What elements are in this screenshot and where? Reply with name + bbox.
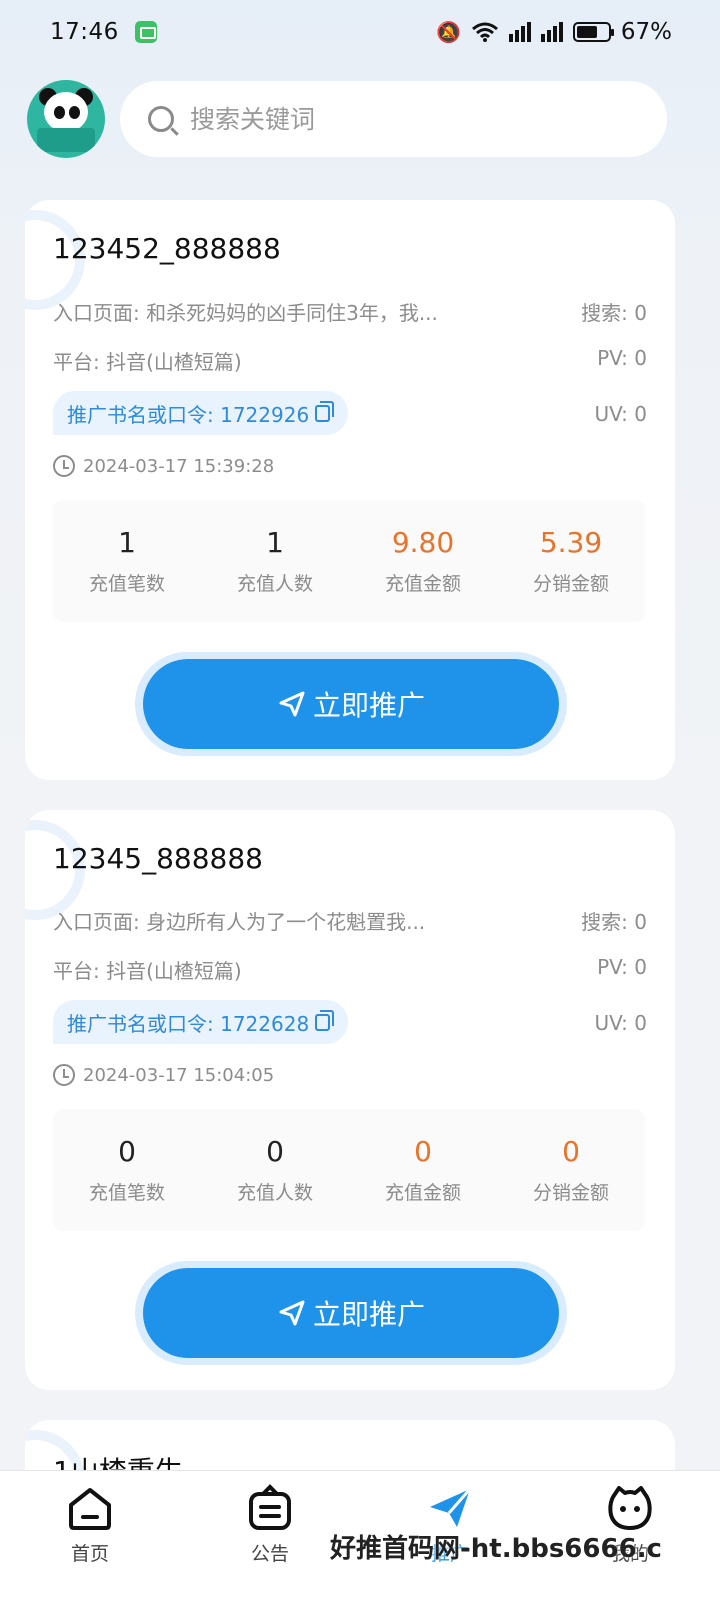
stat-label: 充值金额	[384, 573, 461, 595]
tab-label: 公告	[250, 1543, 289, 1565]
stat-distribution-amount: 0 分销金额	[497, 1109, 645, 1231]
stat-recharge-users: 1 充值人数	[201, 500, 349, 622]
promote-button-wrap: 立即推广	[135, 1261, 567, 1365]
send-icon	[430, 1488, 472, 1527]
stat-label: 分销金额	[532, 573, 609, 595]
mute-icon: 🔕	[435, 20, 461, 44]
stat-recharge-amount: 9.80 充值金额	[349, 500, 497, 622]
stat-value: 0	[562, 1135, 580, 1168]
promo-code-tag[interactable]: 推广书名或口令: 1722926	[53, 391, 349, 435]
search-input[interactable]	[190, 104, 550, 134]
panda-eye-right	[69, 106, 80, 119]
platform: 平台: 抖音(山楂短篇)	[53, 350, 242, 374]
stat-value: 9.80	[391, 526, 455, 559]
watermark: 好推首码网-ht.bbs6666.c	[330, 1534, 662, 1564]
stat-value: 0	[266, 1135, 284, 1168]
stat-label: 充值笔数	[88, 573, 165, 595]
stat-recharge-users: 0 充值人数	[201, 1109, 349, 1231]
promo-code-text: 推广书名或口令: 1722926	[67, 402, 310, 427]
pv-count: PV: 0	[597, 346, 647, 370]
stat-label: 充值笔数	[88, 1182, 165, 1204]
send-icon	[279, 691, 305, 717]
stat-label: 充值金额	[384, 1182, 461, 1204]
promote-button-label: 立即推广	[312, 689, 425, 722]
search-icon	[148, 106, 174, 132]
stat-distribution-amount: 5.39 分销金额	[497, 500, 645, 622]
stat-recharge-count: 1 充值笔数	[53, 500, 201, 622]
notice-icon	[249, 1484, 291, 1530]
stat-label: 充值人数	[236, 573, 313, 595]
search-count: 搜索: 0	[581, 910, 647, 934]
timestamp-row: 2024-03-17 15:04:05	[53, 1064, 274, 1086]
copy-icon[interactable]	[315, 1009, 335, 1031]
battery-fill	[576, 26, 597, 38]
stat-recharge-count: 0 充值笔数	[53, 1109, 201, 1231]
promote-button[interactable]: 立即推广	[143, 659, 559, 749]
stat-value: 0	[414, 1135, 432, 1168]
search-count: 搜索: 0	[581, 301, 647, 325]
card-title: 12345_888888	[53, 842, 263, 875]
timestamp: 2024-03-17 15:04:05	[83, 1064, 275, 1086]
stat-label: 分销金额	[532, 1182, 609, 1204]
signal-4g-1-icon	[508, 22, 531, 42]
panda-head	[44, 92, 88, 132]
clock-icon	[53, 455, 75, 477]
status-time: 17:46	[50, 19, 119, 45]
entry-row: 入口页面: 和杀死妈妈的凶手同住3年，我... 搜索: 0	[53, 297, 647, 326]
stat-value: 0	[118, 1135, 136, 1168]
promo-card: 12345_888888 入口页面: 身边所有人为了一个花魁置我... 搜索: …	[25, 810, 675, 1390]
search-bar[interactable]	[120, 81, 667, 157]
status-bar: 17:46 🔕 67%	[0, 0, 720, 64]
uv-count: UV: 0	[594, 1011, 647, 1035]
promo-code-text: 推广书名或口令: 1722628	[67, 1011, 310, 1036]
send-icon	[279, 1300, 305, 1326]
signal-4g-2-icon	[540, 22, 563, 42]
uv-count: UV: 0	[594, 402, 647, 426]
message-icon	[134, 21, 157, 43]
copy-icon[interactable]	[315, 400, 335, 422]
card-title: 123452_888888	[53, 232, 281, 265]
stat-value: 1	[118, 526, 136, 559]
entry-page: 入口页面: 身边所有人为了一个花魁置我...	[53, 910, 426, 934]
stat-label: 充值人数	[236, 1182, 313, 1204]
clock-icon	[53, 1064, 75, 1086]
entry-page: 入口页面: 和杀死妈妈的凶手同住3年，我...	[53, 301, 438, 325]
tab-label: 首页	[70, 1543, 109, 1565]
home-icon	[69, 1488, 111, 1530]
stat-value: 1	[266, 526, 284, 559]
pv-count: PV: 0	[597, 955, 647, 979]
promo-card: 123452_888888 入口页面: 和杀死妈妈的凶手同住3年，我... 搜索…	[25, 200, 675, 780]
platform-row: 平台: 抖音(山楂短篇) PV: 0	[53, 955, 647, 984]
panda-book	[37, 128, 95, 152]
tab-home[interactable]: 首页	[0, 1471, 180, 1612]
entry-row: 入口页面: 身边所有人为了一个花魁置我... 搜索: 0	[53, 906, 647, 935]
stat-value: 5.39	[539, 526, 603, 559]
promote-button[interactable]: 立即推广	[143, 1268, 559, 1358]
stat-recharge-amount: 0 充值金额	[349, 1109, 497, 1231]
battery-icon	[572, 22, 614, 42]
platform: 平台: 抖音(山楂短篇)	[53, 959, 242, 983]
wifi-icon	[471, 22, 498, 42]
timestamp: 2024-03-17 15:39:28	[83, 455, 275, 477]
promote-button-wrap: 立即推广	[135, 652, 567, 756]
status-icons: 🔕 67%	[436, 19, 672, 45]
battery-percent: 67%	[620, 19, 672, 45]
promote-button-label: 立即推广	[312, 1298, 425, 1331]
stats-panel: 0 充值笔数 0 充值人数 0 充值金额 0 分销金额	[53, 1109, 645, 1231]
avatar[interactable]	[27, 80, 105, 158]
stats-panel: 1 充值笔数 1 充值人数 9.80 充值金额 5.39 分销金额	[53, 500, 645, 622]
platform-row: 平台: 抖音(山楂短篇) PV: 0	[53, 346, 647, 375]
panda-eye-left	[54, 106, 65, 119]
header	[27, 80, 667, 158]
face-icon	[608, 1486, 652, 1530]
timestamp-row: 2024-03-17 15:39:28	[53, 455, 274, 477]
promo-code-tag[interactable]: 推广书名或口令: 1722628	[53, 1000, 349, 1044]
